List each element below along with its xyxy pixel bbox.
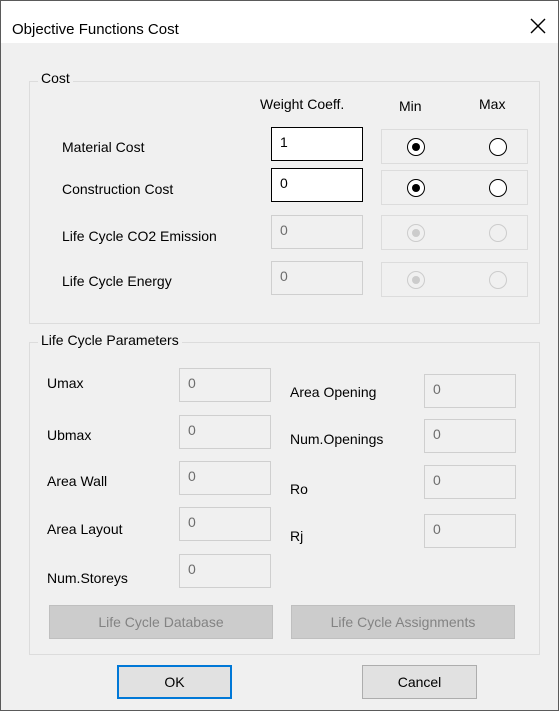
cost-row-label: Construction Cost	[62, 181, 174, 197]
cost-group-label: Cost	[38, 70, 73, 86]
energy-min-radio[interactable]	[407, 271, 425, 289]
cost-row-label: Life Cycle Energy	[62, 273, 172, 289]
ubmax-label: Ubmax	[47, 427, 92, 443]
life-cycle-database-button[interactable]: Life Cycle Database	[49, 605, 273, 639]
area-layout-input[interactable]: 0	[179, 507, 271, 541]
cost-row-label: Material Cost	[62, 139, 145, 155]
ubmax-input[interactable]: 0	[179, 415, 271, 449]
energy-weight-input[interactable]: 0	[271, 261, 363, 295]
area-wall-label: Area Wall	[47, 473, 108, 489]
material-cost-min-radio[interactable]	[407, 138, 425, 156]
energy-max-radio[interactable]	[489, 271, 507, 289]
cancel-button[interactable]: Cancel	[362, 665, 477, 699]
title-bar: Objective Functions Cost	[1, 1, 558, 43]
umax-label: Umax	[47, 375, 84, 391]
min-header: Min	[399, 98, 422, 114]
life-cycle-assignments-button[interactable]: Life Cycle Assignments	[291, 605, 515, 639]
ok-button[interactable]: OK	[117, 665, 232, 699]
co2-emission-min-radio[interactable]	[407, 224, 425, 242]
material-cost-max-radio[interactable]	[489, 138, 507, 156]
window-title: Objective Functions Cost	[12, 21, 179, 38]
co2-emission-weight-input[interactable]: 0	[271, 215, 363, 249]
material-cost-weight-input[interactable]: 1	[271, 127, 363, 161]
num-storeys-input[interactable]: 0	[179, 554, 271, 588]
dialog-window: Objective Functions Cost Cost Weight Coe…	[0, 0, 559, 711]
area-opening-label: Area Opening	[290, 384, 377, 400]
construction-cost-weight-input[interactable]: 0	[271, 168, 363, 202]
construction-cost-min-radio[interactable]	[407, 179, 425, 197]
close-icon	[530, 18, 546, 34]
weight-coeff-header: Weight Coeff.	[260, 96, 345, 112]
num-openings-input[interactable]: 0	[424, 419, 516, 453]
rj-input[interactable]: 0	[424, 514, 516, 548]
num-storeys-label: Num.Storeys	[47, 570, 128, 586]
close-button[interactable]	[518, 13, 558, 43]
life-cycle-group-label: Life Cycle Parameters	[38, 332, 182, 348]
construction-cost-max-radio[interactable]	[489, 179, 507, 197]
num-openings-label: Num.Openings	[290, 431, 384, 447]
area-opening-input[interactable]: 0	[424, 374, 516, 408]
umax-input[interactable]: 0	[179, 368, 271, 402]
area-layout-label: Area Layout	[47, 521, 123, 537]
ro-input[interactable]: 0	[424, 465, 516, 499]
max-header: Max	[479, 96, 506, 112]
area-wall-input[interactable]: 0	[179, 461, 271, 495]
co2-emission-max-radio[interactable]	[489, 224, 507, 242]
rj-label: Rj	[290, 528, 304, 544]
cost-row-label: Life Cycle CO2 Emission	[62, 228, 217, 244]
ro-label: Ro	[290, 481, 308, 497]
